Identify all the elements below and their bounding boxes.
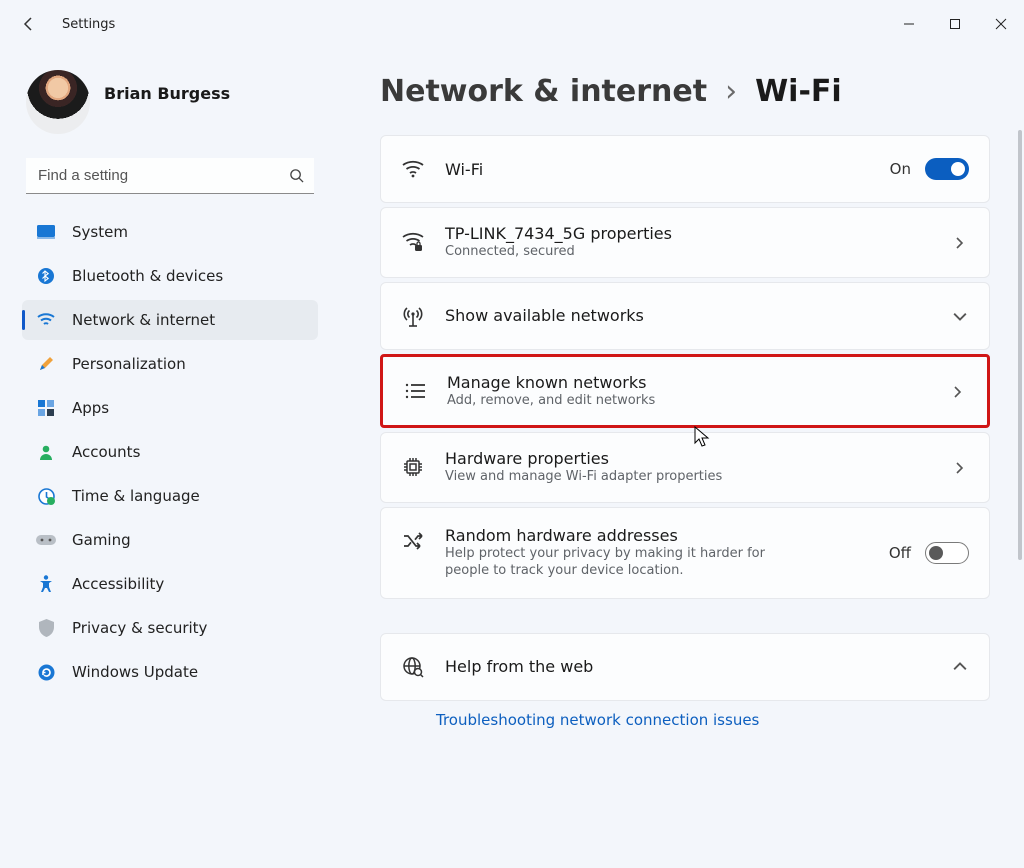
sidebar-item-label: System [72,223,128,241]
breadcrumb-separator-icon: › [725,74,737,109]
close-button[interactable] [978,4,1024,44]
minimize-button[interactable] [886,4,932,44]
profile-subtitle [104,104,230,120]
sidebar-item-system[interactable]: System [22,212,318,252]
sidebar-nav: System Bluetooth & devices Network & int… [18,212,322,692]
toggle-state-label: Off [889,544,911,562]
sidebar: Brian Burgess System Bluetooth & devi [0,48,340,868]
card-subtitle: Help protect your privacy by making it h… [445,545,805,580]
accounts-icon [36,442,56,462]
search-icon [282,168,310,183]
avatar [26,70,90,134]
chevron-right-icon [953,234,969,250]
profile-name: Brian Burgess [104,84,230,104]
help-link-troubleshoot[interactable]: Troubleshooting network connection issue… [380,705,990,735]
search-box[interactable] [26,158,314,194]
back-icon[interactable] [20,15,38,33]
sidebar-item-personalization[interactable]: Personalization [22,344,318,384]
windows-update-icon [36,662,56,682]
wifi-toggle-card[interactable]: Wi-Fi On [380,135,990,203]
connected-network-card[interactable]: TP-LINK_7434_5G properties Connected, se… [380,207,990,278]
breadcrumb-leaf: Wi-Fi [755,74,842,109]
hardware-properties-card[interactable]: Hardware properties View and manage Wi-F… [380,432,990,503]
apps-icon [36,398,56,418]
breadcrumb-root[interactable]: Network & internet [380,74,707,109]
card-title: Random hardware addresses [445,526,869,545]
card-title: Hardware properties [445,449,933,468]
sidebar-item-label: Apps [72,399,109,417]
wifi-icon [36,310,56,330]
random-mac-card[interactable]: Random hardware addresses Help protect y… [380,507,990,599]
sidebar-item-label: Gaming [72,531,131,549]
wifi-icon [401,160,425,178]
toggle-state-label: On [890,160,911,178]
window-controls [886,4,1024,44]
card-subtitle: Connected, secured [445,243,933,261]
card-subtitle: View and manage Wi-Fi adapter properties [445,468,933,486]
maximize-button[interactable] [932,4,978,44]
sidebar-item-label: Privacy & security [72,619,207,637]
card-title: Help from the web [445,657,933,676]
gaming-icon [36,530,56,550]
sidebar-item-apps[interactable]: Apps [22,388,318,428]
card-title: Manage known networks [447,373,931,392]
main-panel: Network & internet › Wi-Fi Wi-Fi On [340,48,1024,868]
app-title: Settings [62,17,115,32]
chip-icon [401,456,425,478]
time-language-icon [36,486,56,506]
card-title: Show available networks [445,306,933,325]
highlight-annotation: Manage known networks Add, remove, and e… [380,354,990,429]
chevron-up-icon [953,659,969,675]
bluetooth-icon [36,266,56,286]
chevron-down-icon [953,308,969,324]
sidebar-item-label: Accounts [72,443,140,461]
wifi-toggle[interactable] [925,158,969,180]
sidebar-item-windows-update[interactable]: Windows Update [22,652,318,692]
sidebar-item-label: Personalization [72,355,186,373]
chevron-right-icon [951,383,967,399]
help-from-web-card[interactable]: Help from the web [380,633,990,701]
sidebar-item-network[interactable]: Network & internet [22,300,318,340]
sidebar-item-time-language[interactable]: Time & language [22,476,318,516]
sidebar-item-accounts[interactable]: Accounts [22,432,318,472]
profile-block[interactable]: Brian Burgess [18,62,322,154]
sidebar-item-label: Accessibility [72,575,164,593]
search-input[interactable] [36,166,282,185]
sidebar-item-label: Windows Update [72,663,198,681]
chevron-right-icon [953,459,969,475]
wifi-secure-icon [401,232,425,252]
card-subtitle: Add, remove, and edit networks [447,392,931,410]
accessibility-icon [36,574,56,594]
sidebar-item-bluetooth[interactable]: Bluetooth & devices [22,256,318,296]
sidebar-item-label: Bluetooth & devices [72,267,223,285]
random-mac-toggle[interactable] [925,542,969,564]
card-title: TP-LINK_7434_5G properties [445,224,933,243]
shield-icon [36,618,56,638]
manage-known-networks-card[interactable]: Manage known networks Add, remove, and e… [383,357,987,426]
scrollbar[interactable] [1018,130,1022,560]
show-available-networks-card[interactable]: Show available networks [380,282,990,350]
shuffle-icon [401,532,425,550]
titlebar: Settings [0,0,1024,48]
system-icon [36,222,56,242]
sidebar-item-label: Network & internet [72,311,215,329]
globe-search-icon [401,656,425,678]
sidebar-item-privacy[interactable]: Privacy & security [22,608,318,648]
breadcrumb: Network & internet › Wi-Fi [380,74,990,109]
list-icon [403,383,427,399]
antenna-icon [401,305,425,327]
sidebar-item-accessibility[interactable]: Accessibility [22,564,318,604]
paintbrush-icon [36,354,56,374]
sidebar-item-gaming[interactable]: Gaming [22,520,318,560]
sidebar-item-label: Time & language [72,487,200,505]
card-title: Wi-Fi [445,160,870,179]
